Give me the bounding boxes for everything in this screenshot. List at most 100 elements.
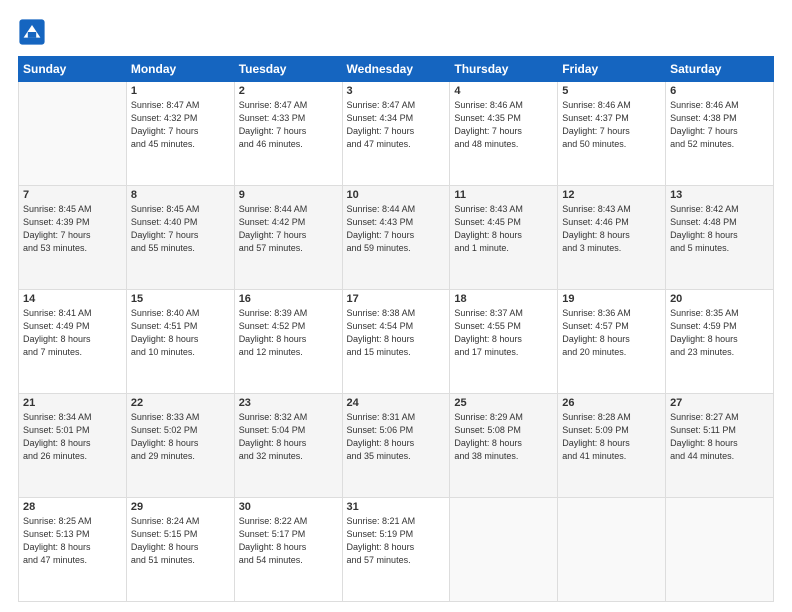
day-info: Sunrise: 8:22 AMSunset: 5:17 PMDaylight:…	[239, 515, 338, 567]
calendar-cell	[666, 498, 774, 602]
day-number: 15	[131, 293, 230, 305]
day-info: Sunrise: 8:27 AMSunset: 5:11 PMDaylight:…	[670, 411, 769, 463]
day-info: Sunrise: 8:44 AMSunset: 4:43 PMDaylight:…	[347, 203, 446, 255]
calendar-cell: 7 Sunrise: 8:45 AMSunset: 4:39 PMDaylight…	[19, 186, 127, 290]
day-number: 1	[131, 85, 230, 97]
day-info: Sunrise: 8:33 AMSunset: 5:02 PMDaylight:…	[131, 411, 230, 463]
calendar-cell: 3Sunrise: 8:47 AMSunset: 4:34 PMDaylight…	[342, 82, 450, 186]
logo-icon	[18, 18, 46, 46]
weekday-header-sunday: Sunday	[19, 57, 127, 82]
day-info: Sunrise: 8:35 AMSunset: 4:59 PMDaylight:…	[670, 307, 769, 359]
day-info: Sunrise: 8:44 AMSunset: 4:42 PMDaylight:…	[239, 203, 338, 255]
day-number: 31	[347, 501, 446, 513]
day-info: Sunrise: 8:41 AMSunset: 4:49 PMDaylight:…	[23, 307, 122, 359]
day-info: Sunrise: 8:43 AMSunset: 4:46 PMDaylight:…	[562, 203, 661, 255]
calendar-cell: 18Sunrise: 8:37 AMSunset: 4:55 PMDayligh…	[450, 290, 558, 394]
day-number: 13	[670, 189, 769, 201]
calendar-table: SundayMondayTuesdayWednesdayThursdayFrid…	[18, 56, 774, 602]
calendar-cell: 21 Sunrise: 8:34 AMSunset: 5:01 PMDayligh…	[19, 394, 127, 498]
calendar-cell	[558, 498, 666, 602]
day-number: 21	[23, 397, 122, 409]
day-number: 5	[562, 85, 661, 97]
day-info: Sunrise: 8:29 AMSunset: 5:08 PMDaylight:…	[454, 411, 553, 463]
day-info: Sunrise: 8:24 AMSunset: 5:15 PMDaylight:…	[131, 515, 230, 567]
weekday-header-tuesday: Tuesday	[234, 57, 342, 82]
day-info: Sunrise: 8:47 AMSunset: 4:32 PMDaylight:…	[131, 99, 230, 151]
weekday-header-thursday: Thursday	[450, 57, 558, 82]
weekday-header-monday: Monday	[126, 57, 234, 82]
day-number: 9	[239, 189, 338, 201]
day-number: 22	[131, 397, 230, 409]
day-info: Sunrise: 8:43 AMSunset: 4:45 PMDaylight:…	[454, 203, 553, 255]
day-info: Sunrise: 8:40 AMSunset: 4:51 PMDaylight:…	[131, 307, 230, 359]
calendar-cell: 10 Sunrise: 8:44 AMSunset: 4:43 PMDayligh…	[342, 186, 450, 290]
calendar-cell: 28Sunrise: 8:25 AMSunset: 5:13 PMDayligh…	[19, 498, 127, 602]
day-info: Sunrise: 8:42 AMSunset: 4:48 PMDaylight:…	[670, 203, 769, 255]
weekday-header-friday: Friday	[558, 57, 666, 82]
day-info: Sunrise: 8:46 AMSunset: 4:38 PMDaylight:…	[670, 99, 769, 151]
calendar-cell: 17Sunrise: 8:38 AMSunset: 4:54 PMDayligh…	[342, 290, 450, 394]
day-number: 10	[347, 189, 446, 201]
weekday-header-row: SundayMondayTuesdayWednesdayThursdayFrid…	[19, 57, 774, 82]
weekday-header-saturday: Saturday	[666, 57, 774, 82]
day-number: 28	[23, 501, 122, 513]
day-info: Sunrise: 8:31 AMSunset: 5:06 PMDaylight:…	[347, 411, 446, 463]
day-info: Sunrise: 8:21 AMSunset: 5:19 PMDaylight:…	[347, 515, 446, 567]
day-number: 12	[562, 189, 661, 201]
calendar-week-row: 28Sunrise: 8:25 AMSunset: 5:13 PMDayligh…	[19, 498, 774, 602]
header	[18, 18, 774, 46]
day-number: 4	[454, 85, 553, 97]
weekday-header-wednesday: Wednesday	[342, 57, 450, 82]
day-info: Sunrise: 8:45 AMSunset: 4:40 PMDaylight:…	[131, 203, 230, 255]
day-number: 6	[670, 85, 769, 97]
calendar-cell: 14 Sunrise: 8:41 AMSunset: 4:49 PMDayligh…	[19, 290, 127, 394]
day-number: 27	[670, 397, 769, 409]
calendar-cell: 1 Sunrise: 8:47 AMSunset: 4:32 PMDaylight…	[126, 82, 234, 186]
calendar-cell: 2 Sunrise: 8:47 AMSunset: 4:33 PMDaylight…	[234, 82, 342, 186]
calendar-cell: 23 Sunrise: 8:32 AMSunset: 5:04 PMDayligh…	[234, 394, 342, 498]
day-number: 19	[562, 293, 661, 305]
day-info: Sunrise: 8:46 AMSunset: 4:37 PMDaylight:…	[562, 99, 661, 151]
day-number: 29	[131, 501, 230, 513]
day-info: Sunrise: 8:34 AMSunset: 5:01 PMDaylight:…	[23, 411, 122, 463]
day-info: Sunrise: 8:38 AMSunset: 4:54 PMDaylight:…	[347, 307, 446, 359]
calendar-cell: 15 Sunrise: 8:40 AMSunset: 4:51 PMDayligh…	[126, 290, 234, 394]
calendar-week-row: 14 Sunrise: 8:41 AMSunset: 4:49 PMDayligh…	[19, 290, 774, 394]
calendar-cell: 5 Sunrise: 8:46 AMSunset: 4:37 PMDaylight…	[558, 82, 666, 186]
calendar-cell: 22 Sunrise: 8:33 AMSunset: 5:02 PMDayligh…	[126, 394, 234, 498]
day-number: 26	[562, 397, 661, 409]
calendar-cell: 12 Sunrise: 8:43 AMSunset: 4:46 PMDayligh…	[558, 186, 666, 290]
day-number: 2	[239, 85, 338, 97]
day-info: Sunrise: 8:46 AMSunset: 4:35 PMDaylight:…	[454, 99, 553, 151]
day-number: 25	[454, 397, 553, 409]
day-number: 16	[239, 293, 338, 305]
calendar-cell: 16 Sunrise: 8:39 AMSunset: 4:52 PMDayligh…	[234, 290, 342, 394]
calendar-cell: 6 Sunrise: 8:46 AMSunset: 4:38 PMDaylight…	[666, 82, 774, 186]
calendar-cell: 9 Sunrise: 8:44 AMSunset: 4:42 PMDaylight…	[234, 186, 342, 290]
day-info: Sunrise: 8:28 AMSunset: 5:09 PMDaylight:…	[562, 411, 661, 463]
calendar-cell: 24 Sunrise: 8:31 AMSunset: 5:06 PMDayligh…	[342, 394, 450, 498]
day-number: 23	[239, 397, 338, 409]
day-number: 30	[239, 501, 338, 513]
day-number: 14	[23, 293, 122, 305]
calendar-cell: 13 Sunrise: 8:42 AMSunset: 4:48 PMDayligh…	[666, 186, 774, 290]
day-number: 20	[670, 293, 769, 305]
day-info: Sunrise: 8:32 AMSunset: 5:04 PMDaylight:…	[239, 411, 338, 463]
day-info: Sunrise: 8:36 AMSunset: 4:57 PMDaylight:…	[562, 307, 661, 359]
day-info: Sunrise: 8:47 AMSunset: 4:33 PMDaylight:…	[239, 99, 338, 151]
day-number: 24	[347, 397, 446, 409]
calendar-week-row: 7 Sunrise: 8:45 AMSunset: 4:39 PMDaylight…	[19, 186, 774, 290]
calendar-cell: 27 Sunrise: 8:27 AMSunset: 5:11 PMDayligh…	[666, 394, 774, 498]
day-number: 8	[131, 189, 230, 201]
day-info: Sunrise: 8:39 AMSunset: 4:52 PMDaylight:…	[239, 307, 338, 359]
day-number: 3	[347, 85, 446, 97]
calendar-cell	[450, 498, 558, 602]
day-info: Sunrise: 8:45 AMSunset: 4:39 PMDaylight:…	[23, 203, 122, 255]
day-number: 7	[23, 189, 122, 201]
calendar-week-row: 1 Sunrise: 8:47 AMSunset: 4:32 PMDaylight…	[19, 82, 774, 186]
day-info: Sunrise: 8:37 AMSunset: 4:55 PMDaylight:…	[454, 307, 553, 359]
calendar-week-row: 21 Sunrise: 8:34 AMSunset: 5:01 PMDayligh…	[19, 394, 774, 498]
calendar-cell: 4 Sunrise: 8:46 AMSunset: 4:35 PMDaylight…	[450, 82, 558, 186]
calendar-cell: 8 Sunrise: 8:45 AMSunset: 4:40 PMDaylight…	[126, 186, 234, 290]
calendar-cell: 31 Sunrise: 8:21 AMSunset: 5:19 PMDayligh…	[342, 498, 450, 602]
